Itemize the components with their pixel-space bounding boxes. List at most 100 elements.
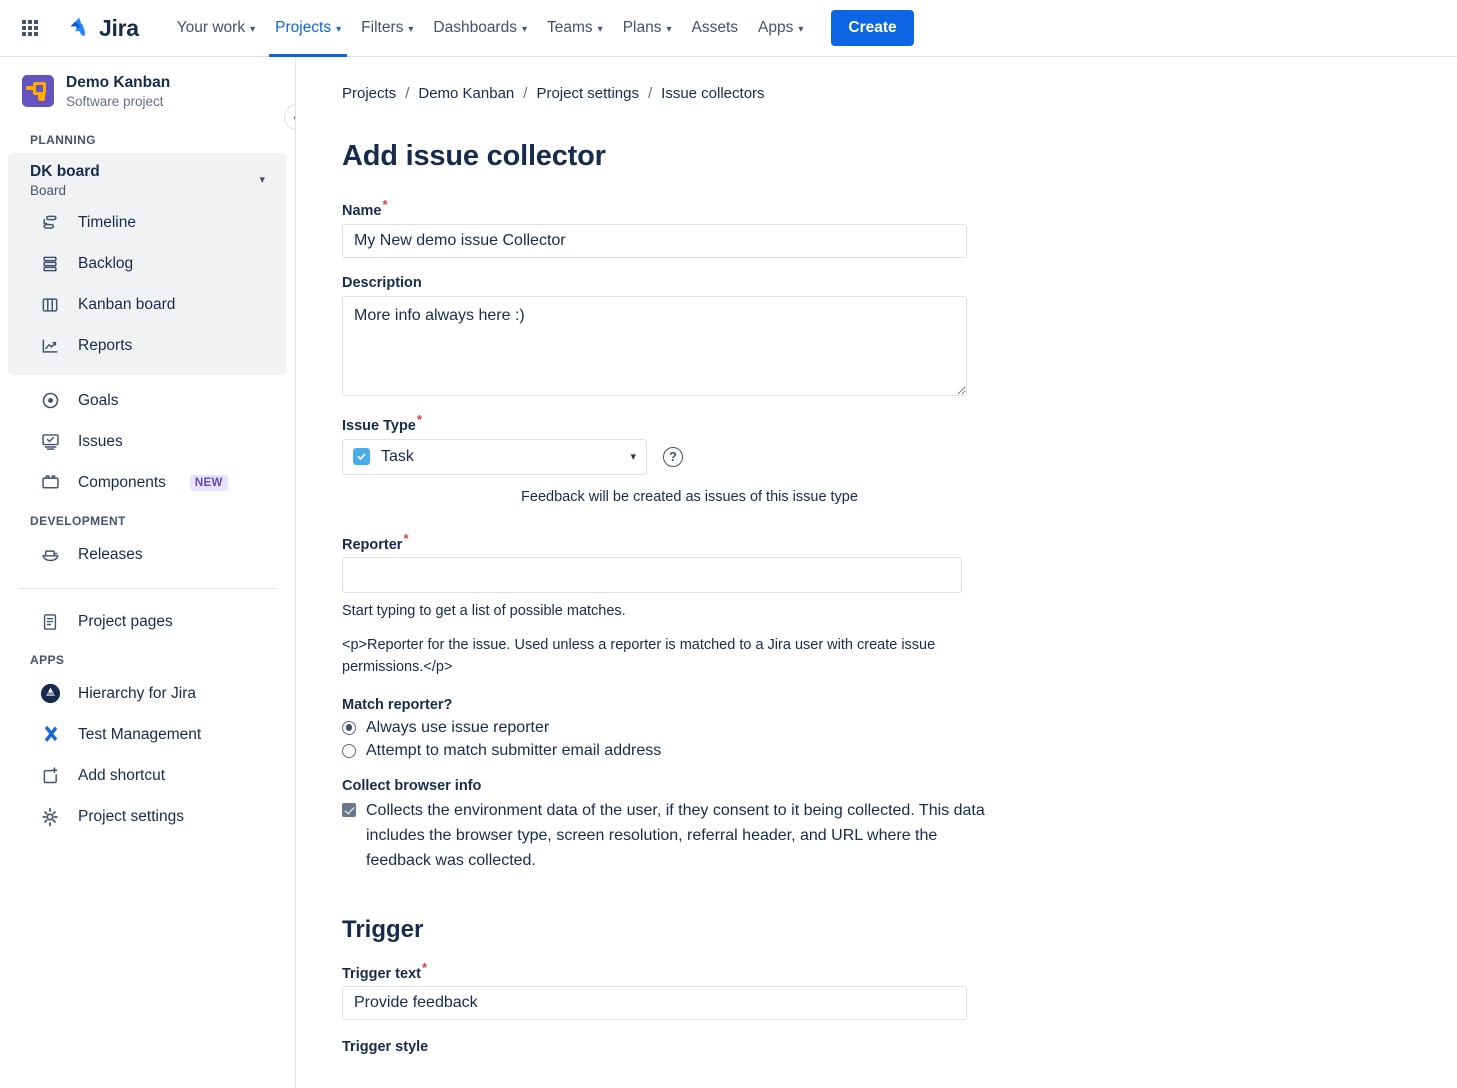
sidebar-item-label: Reports xyxy=(78,336,133,354)
nav-item-filters[interactable]: Filters ▾ xyxy=(351,0,423,57)
trigger-section-title: Trigger xyxy=(342,915,424,943)
sidebar-item-kanban-board[interactable]: Kanban board xyxy=(14,285,281,325)
board-subtitle: Board xyxy=(30,182,67,198)
trigger-text-label-text: Trigger text xyxy=(342,965,421,982)
checkbox-icon-checked xyxy=(342,802,356,817)
sidebar-item-add-shortcut[interactable]: Add shortcut xyxy=(14,756,281,796)
jira-home-link[interactable]: Jira xyxy=(60,11,145,46)
match-reporter-group: Match reporter? Always use issue reporte… xyxy=(342,697,1417,760)
nav-item-apps[interactable]: Apps ▾ xyxy=(748,0,813,57)
sidebar-item-dk-board[interactable]: DK board Board ▾ xyxy=(8,159,287,202)
sidebar-divider xyxy=(18,587,277,589)
project-type: Software project xyxy=(66,94,164,110)
sidebar-item-goals[interactable]: Goals xyxy=(14,381,281,421)
reporter-label: Reporter* xyxy=(342,531,409,553)
sidebar-item-project-settings[interactable]: Project settings xyxy=(14,797,281,837)
collect-browser-info-checkbox-row[interactable]: Collects the environment data of the use… xyxy=(342,798,1417,874)
breadcrumb-separator: / xyxy=(647,85,653,102)
timeline-icon xyxy=(38,211,62,235)
sidebar-item-label: Issues xyxy=(78,432,123,450)
issue-type-help-icon[interactable]: ? xyxy=(663,446,683,467)
sidebar-item-releases[interactable]: Releases xyxy=(14,535,281,575)
sidebar-item-reports[interactable]: Reports xyxy=(14,326,281,366)
radio-always-use-issue-reporter[interactable]: Always use issue reporter xyxy=(342,719,1417,737)
page-icon xyxy=(38,610,62,634)
description-label: Description xyxy=(342,274,422,291)
collect-browser-info-label: Collect browser info xyxy=(342,777,482,794)
sidebar-item-label: Add shortcut xyxy=(78,766,166,784)
create-button[interactable]: Create xyxy=(831,10,914,46)
sidebar-item-label: Project settings xyxy=(78,807,184,825)
breadcrumb-item-demo-kanban[interactable]: Demo Kanban xyxy=(418,85,514,102)
nav-item-dashboards[interactable]: Dashboards ▾ xyxy=(423,0,537,57)
add-shortcut-icon xyxy=(38,764,62,788)
reporter-description-text: <p>Reporter for the issue. Used unless a… xyxy=(342,637,936,675)
sidebar-item-hierarchy-for-jira[interactable]: Hierarchy for Jira xyxy=(14,674,281,714)
name-field-group: Name* xyxy=(342,197,1417,258)
description-textarea[interactable]: More info always here :) xyxy=(342,295,967,396)
sidebar-item-label: Kanban board xyxy=(78,295,176,313)
nav-item-your-work[interactable]: Your work ▾ xyxy=(167,0,265,57)
reporter-input[interactable] xyxy=(342,557,962,594)
board-icon xyxy=(38,293,62,317)
issue-type-select[interactable]: Task ▾ xyxy=(342,438,647,475)
breadcrumb-item-issue-collectors[interactable]: Issue collectors xyxy=(661,85,764,102)
trigger-style-label: Trigger style xyxy=(342,1039,429,1056)
chevron-down-icon: ▾ xyxy=(336,23,342,35)
sidebar-item-label: Timeline xyxy=(78,213,136,231)
breadcrumb-separator: / xyxy=(405,85,410,102)
radio-icon-selected xyxy=(342,720,356,735)
nav-item-plans[interactable]: Plans ▾ xyxy=(613,0,682,57)
project-header[interactable]: Demo Kanban Software project xyxy=(8,57,287,123)
releases-icon xyxy=(38,543,62,567)
sidebar-item-backlog[interactable]: Backlog xyxy=(14,244,281,284)
nav-label: Teams xyxy=(547,19,593,36)
trigger-text-field-group: Trigger text* xyxy=(342,960,1417,1021)
match-reporter-label: Match reporter? xyxy=(342,696,453,713)
sidebar-item-timeline[interactable]: Timeline xyxy=(14,203,281,243)
status-badge: NEW xyxy=(189,474,228,491)
sidebar-section-development: DEVELOPMENT xyxy=(30,513,126,528)
radio-label: Always use issue reporter xyxy=(366,718,550,736)
radio-attempt-match-submitter-email[interactable]: Attempt to match submitter email address xyxy=(342,742,1417,760)
test-management-app-icon xyxy=(38,723,62,747)
issue-type-select-wrapper: Task ▾ xyxy=(342,438,647,475)
chevron-down-icon: ▾ xyxy=(521,23,527,35)
nav-label: Assets xyxy=(691,19,739,36)
sidebar-item-issues[interactable]: Issues xyxy=(14,422,281,462)
issue-type-value: Task xyxy=(381,447,414,465)
page-title: Add issue collector xyxy=(342,140,606,172)
trigger-text-label: Trigger text* xyxy=(342,960,427,982)
sidebar-section-apps: APPS xyxy=(30,652,65,667)
chevron-down-icon[interactable]: ▾ xyxy=(259,173,265,186)
board-name: DK board xyxy=(30,163,100,181)
chevron-down-icon: ▾ xyxy=(630,451,636,464)
name-label: Name* xyxy=(342,197,388,219)
sidebar-item-test-management[interactable]: Test Management xyxy=(14,715,281,755)
app-switcher-icon[interactable] xyxy=(14,12,46,44)
breadcrumb-item-project-settings[interactable]: Project settings xyxy=(536,85,639,102)
trigger-text-input[interactable] xyxy=(342,986,967,1021)
name-input[interactable] xyxy=(342,223,967,258)
project-name: Demo Kanban xyxy=(66,74,171,91)
breadcrumb-separator: / xyxy=(523,85,528,102)
backlog-icon xyxy=(38,252,62,276)
breadcrumb-item-projects[interactable]: Projects xyxy=(342,85,396,102)
issue-type-label: Issue Type* xyxy=(342,412,422,434)
sidebar-item-label: Components xyxy=(78,473,166,491)
nav-item-projects[interactable]: Projects ▾ xyxy=(265,0,351,57)
project-avatar-icon xyxy=(22,75,54,108)
nav-item-teams[interactable]: Teams ▾ xyxy=(537,0,613,57)
issue-type-label-text: Issue Type xyxy=(342,417,416,434)
sidebar-item-label: Goals xyxy=(78,391,119,409)
nav-item-assets[interactable]: Assets xyxy=(682,0,749,57)
reporter-helper-text: Start typing to get a list of possible m… xyxy=(342,603,626,620)
sidebar-item-components[interactable]: Components NEW xyxy=(14,463,281,503)
chevron-down-icon: ▾ xyxy=(666,23,672,35)
reporter-field-group: Reporter* Start typing to get a list of … xyxy=(342,531,1417,679)
sidebar-item-project-pages[interactable]: Project pages xyxy=(14,602,281,642)
nav-label: Apps xyxy=(758,19,794,36)
nav-label: Dashboards xyxy=(433,19,517,36)
breadcrumb: Projects / Demo Kanban / Project setting… xyxy=(342,85,1417,102)
hierarchy-app-icon xyxy=(38,682,62,706)
